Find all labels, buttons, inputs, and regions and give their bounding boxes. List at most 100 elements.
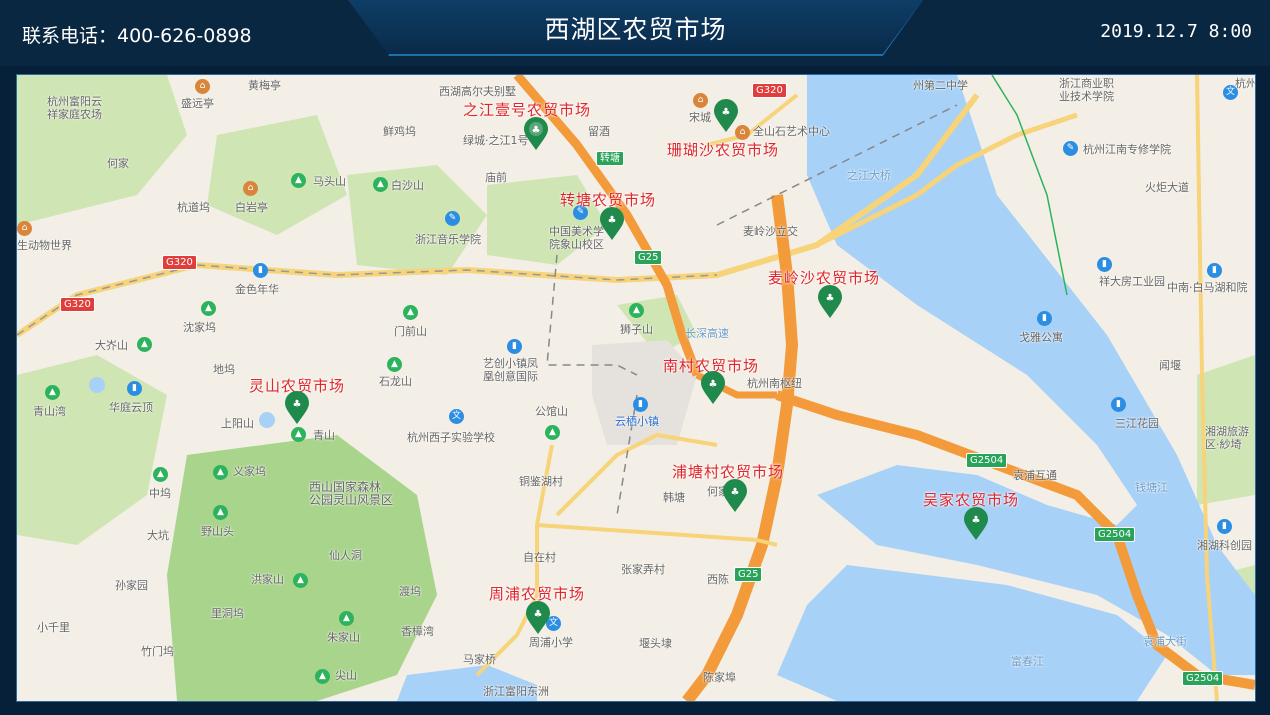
place-label: 之江大桥 [847, 169, 891, 182]
place-label: 中南·白马湖和院 [1167, 281, 1248, 294]
market-pin-icon[interactable]: ♣ [284, 391, 310, 425]
place-label: 洪家山 [251, 573, 284, 586]
place-label: 尖山 [335, 669, 357, 682]
svg-text:♣: ♣ [532, 125, 541, 136]
market-pin-icon[interactable]: ♣ [817, 285, 843, 319]
school-icon: ✎ [445, 211, 460, 226]
place-label: 上阳山 [221, 417, 254, 430]
market-pin-icon[interactable]: ♣ [722, 479, 748, 513]
place-label: 华庭云顶 [109, 401, 153, 414]
market-pin-icon[interactable]: ♣ [525, 601, 551, 635]
place-label: 中坞 [149, 487, 171, 500]
mountain-icon: ▲ [403, 305, 418, 320]
place-label: 大岕山 [95, 339, 128, 352]
mountain-icon: ▲ [545, 425, 560, 440]
mountain-icon: ▲ [213, 465, 228, 480]
place-label: 张家弄村 [621, 563, 665, 576]
place-label: 长深高速 [685, 327, 729, 340]
market-pin-icon[interactable]: ♣ [523, 117, 549, 151]
road-shield: G25 [734, 567, 763, 582]
place-label: 何家 [107, 157, 129, 170]
market-pin-icon[interactable]: ♣ [700, 371, 726, 405]
place-label: 铜鉴湖村 [519, 475, 563, 488]
place-label: 沈家坞 [183, 321, 216, 334]
mountain-icon: ▲ [373, 177, 388, 192]
market-pin-icon[interactable]: ♣ [713, 99, 739, 133]
building-icon: ▮ [1207, 263, 1222, 278]
road-shield: G320 [60, 297, 95, 312]
place-label: 绿城·之江1号 [463, 134, 529, 147]
place-label: 陈家埠 [703, 671, 736, 684]
school-icon: ✎ [1063, 141, 1078, 156]
place-label: 金色年华 [235, 283, 279, 296]
svg-text:♣: ♣ [709, 379, 718, 390]
place-label: 艺创小镇凤 凰创意国际 [483, 357, 538, 383]
place-label: 杭道坞 [177, 201, 210, 214]
building-icon: ▮ [253, 263, 268, 278]
building-icon: ▮ [127, 381, 142, 396]
mountain-icon: ▲ [315, 669, 330, 684]
place-label: 朱家山 [327, 631, 360, 644]
place-label: 浙江音乐学院 [415, 233, 481, 246]
place-label: 青山湾 [33, 405, 66, 418]
pavilion-icon: ⌂ [693, 93, 708, 108]
place-label: 野山头 [201, 525, 234, 538]
place-label: 湘湖科创园 [1197, 539, 1252, 552]
place-label: 生动物世界 [17, 239, 72, 252]
place-label: 浙江富阳东洲 [483, 685, 549, 698]
place-label: 白岩亭 [235, 201, 268, 214]
road-shield: G320 [752, 83, 787, 98]
building-icon: ▮ [1097, 257, 1112, 272]
place-label: 袁浦大街 [1143, 635, 1187, 648]
page-title: 西湖区农贸市场 [544, 15, 727, 44]
place-label: 杭州江南专修学院 [1083, 143, 1171, 156]
building-icon: ▮ [1037, 311, 1052, 326]
place-label: 周浦小学 [529, 636, 573, 649]
mountain-icon: ▲ [293, 573, 308, 588]
building-icon: ▮ [507, 339, 522, 354]
place-label: 里洞坞 [211, 607, 244, 620]
mountain-icon: ▲ [153, 467, 168, 482]
place-label: 堰头埭 [639, 637, 672, 650]
mountain-icon: ▲ [339, 611, 354, 626]
building-icon: ▮ [633, 397, 648, 412]
pavilion-icon: ⌂ [195, 79, 210, 94]
place-label: 火炬大道 [1145, 181, 1189, 194]
place-label: 杭州河 [1235, 77, 1256, 90]
svg-text:♣: ♣ [972, 515, 981, 526]
place-label: 马头山 [313, 175, 346, 188]
place-label: 白沙山 [391, 179, 424, 192]
mountain-icon: ▲ [45, 385, 60, 400]
svg-text:♣: ♣ [826, 293, 835, 304]
pavilion-icon: ⌂ [243, 181, 258, 196]
map-view[interactable]: G320 G320 G320 G25 G25 G2504 G2504 G2504… [16, 74, 1256, 702]
place-label: 州第二中学 [913, 79, 968, 92]
place-label: 黄梅亭 [248, 79, 281, 92]
place-label: 杭州富阳云 祥家庭农场 [47, 95, 102, 121]
svg-text:♣: ♣ [608, 215, 617, 226]
mountain-icon: ▲ [291, 427, 306, 442]
place-label: 袁浦互通 [1013, 469, 1057, 482]
contact-phone: 联系电话：400-626-0898 [22, 25, 252, 47]
place-label: 小千里 [37, 621, 70, 634]
place-label: 竹门坞 [141, 645, 174, 658]
place-label: 地坞 [213, 363, 235, 376]
place-label: 三江花园 [1115, 417, 1159, 430]
market-label[interactable]: 珊瑚沙农贸市场 [667, 139, 779, 160]
place-label: 石龙山 [379, 375, 412, 388]
market-pin-icon[interactable]: ♣ [599, 207, 625, 241]
place-label: 麦岭沙立交 [743, 225, 798, 238]
place-label: 公馆山 [535, 405, 568, 418]
place-label: 闻堰 [1159, 359, 1181, 372]
road-shield: G2504 [1094, 527, 1136, 542]
market-pin-icon[interactable]: ♣ [963, 507, 989, 541]
place-label: 中国美术学 院象山校区 [549, 225, 604, 251]
place-label: 狮子山 [620, 323, 653, 336]
mountain-icon: ▲ [137, 337, 152, 352]
building-icon: ▮ [1217, 519, 1232, 534]
place-label: 门前山 [394, 325, 427, 338]
place-label: 大坑 [147, 529, 169, 542]
place-label: 西陈 [707, 573, 729, 586]
map-base [17, 75, 1255, 701]
place-label: 盛远亭 [181, 97, 214, 110]
